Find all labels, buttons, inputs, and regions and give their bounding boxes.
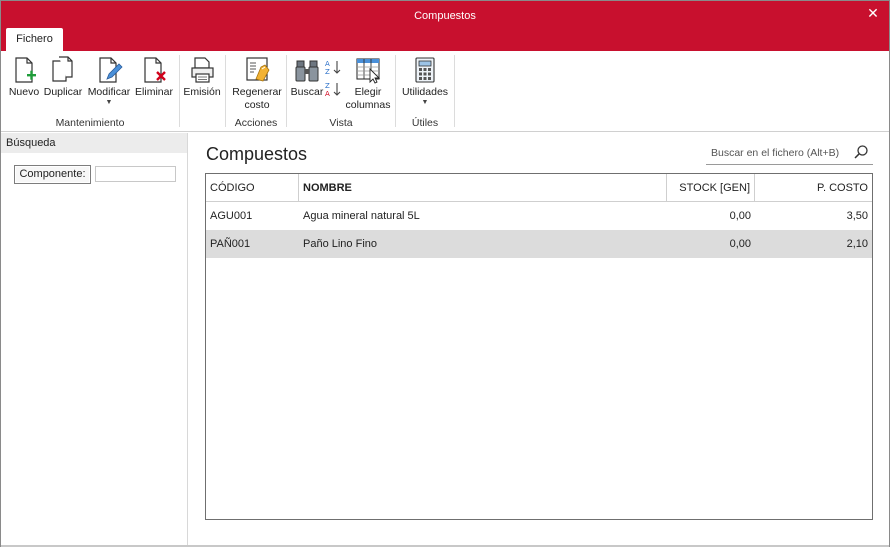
table-row[interactable]: AGU001 Agua mineral natural 5L 0,00 3,50 <box>206 202 872 230</box>
cell-costo: 2,10 <box>846 238 868 250</box>
componente-input[interactable] <box>95 166 176 182</box>
duplicar-button[interactable]: Duplicar <box>43 55 83 99</box>
search-input[interactable] <box>706 144 846 162</box>
nuevo-button[interactable]: Nuevo <box>7 55 41 99</box>
compuestos-table: CÓDIGO NOMBRE STOCK [GEN] P. COSTO AGU00… <box>205 173 873 520</box>
buscar-label: Buscar <box>290 86 324 98</box>
cell-nombre: Paño Lino Fino <box>303 238 377 250</box>
delete-document-icon <box>144 57 166 83</box>
close-icon[interactable]: ✕ <box>865 5 881 21</box>
duplicar-label: Duplicar <box>43 86 83 98</box>
edit-document-icon <box>99 57 123 83</box>
svg-text:A: A <box>325 90 330 97</box>
cell-codigo: AGU001 <box>210 210 253 222</box>
cell-stock: 0,00 <box>729 210 751 222</box>
ribbon-group-utiles: Utilidades ▼ Útiles <box>396 51 454 131</box>
regenerar-costo-button[interactable]: Regenerar costo <box>230 55 284 112</box>
emision-button[interactable]: Emisión <box>183 55 221 99</box>
ribbon-group-mantenimiento: Nuevo Duplicar Modificar ▼ Eliminar Mant… <box>1 51 179 131</box>
elegir-label-2: columnas <box>345 99 391 111</box>
cell-stock: 0,00 <box>729 238 751 250</box>
printer-icon <box>191 57 214 83</box>
calculator-icon <box>415 57 435 83</box>
group-divider <box>454 55 455 127</box>
componente-button[interactable]: Componente: <box>14 165 91 184</box>
chevron-down-icon: ▼ <box>105 99 113 106</box>
choose-columns-icon <box>356 58 381 84</box>
column-header-codigo[interactable]: CÓDIGO <box>206 174 299 202</box>
binoculars-icon <box>295 60 319 82</box>
ribbon-tab-strip <box>1 31 889 51</box>
group-label-utiles: Útiles <box>411 117 439 129</box>
regenerar-label-2: costo <box>244 99 270 111</box>
search-panel-header: Búsqueda <box>1 133 187 153</box>
utilidades-label: Utilidades <box>401 86 449 98</box>
elegir-columnas-button[interactable]: Elegir columnas <box>345 55 391 112</box>
regenerar-label-1: Regenerar <box>232 86 282 98</box>
cell-codigo: PAÑ001 <box>210 238 251 250</box>
sort-za-icon: Z A <box>325 82 341 98</box>
svg-text:A: A <box>325 60 330 68</box>
column-header-stock[interactable]: STOCK [GEN] <box>667 174 755 202</box>
buscar-button[interactable]: Buscar <box>289 55 325 99</box>
search-panel: Búsqueda Componente: <box>1 133 188 545</box>
ribbon-group-emision: Emisión <box>180 51 223 131</box>
app-window: Compuestos ✕ Fichero Nuevo Duplicar Modi… <box>0 0 890 547</box>
column-header-costo[interactable]: P. COSTO <box>755 174 872 202</box>
column-header-nombre[interactable]: NOMBRE <box>299 174 667 202</box>
modificar-button[interactable]: Modificar ▼ <box>86 55 132 107</box>
duplicate-icon <box>52 56 73 82</box>
new-document-icon <box>15 57 36 83</box>
chevron-down-icon: ▼ <box>421 99 429 106</box>
sort-descending-button[interactable]: Z A <box>323 81 343 100</box>
emision-label: Emisión <box>183 86 221 98</box>
ribbon: Nuevo Duplicar Modificar ▼ Eliminar Mant… <box>1 51 889 132</box>
cell-costo: 3,50 <box>846 210 868 222</box>
table-header: CÓDIGO NOMBRE STOCK [GEN] P. COSTO <box>206 174 872 202</box>
utilidades-button[interactable]: Utilidades ▼ <box>400 55 450 107</box>
elegir-label-1: Elegir <box>354 86 382 98</box>
regenerate-cost-icon <box>246 57 270 82</box>
nuevo-label: Nuevo <box>8 86 40 98</box>
search-icon[interactable] <box>853 144 869 160</box>
window-title: Compuestos <box>414 10 476 22</box>
sort-az-icon: A Z <box>325 60 341 76</box>
table-row-selected[interactable]: PAÑ001 Paño Lino Fino 0,00 2,10 <box>206 230 872 258</box>
ribbon-group-vista: Buscar A Z Z A Elegir columnas Vista <box>287 51 395 131</box>
sort-ascending-button[interactable]: A Z <box>323 59 343 78</box>
page-title: Compuestos <box>206 144 308 164</box>
modificar-label: Modificar <box>87 86 131 98</box>
eliminar-label: Eliminar <box>135 86 173 98</box>
file-search-box <box>706 141 873 165</box>
group-label-acciones: Acciones <box>234 117 278 129</box>
title-bar: Compuestos ✕ <box>1 1 889 31</box>
tab-fichero[interactable]: Fichero <box>6 28 63 51</box>
svg-text:Z: Z <box>325 82 330 90</box>
ribbon-group-acciones: Regenerar costo Acciones <box>226 51 286 131</box>
cell-nombre: Agua mineral natural 5L <box>303 210 420 222</box>
group-label-vista: Vista <box>329 117 353 129</box>
group-label-mantenimiento: Mantenimiento <box>55 117 125 129</box>
svg-text:Z: Z <box>325 68 330 75</box>
eliminar-button[interactable]: Eliminar <box>134 55 174 99</box>
